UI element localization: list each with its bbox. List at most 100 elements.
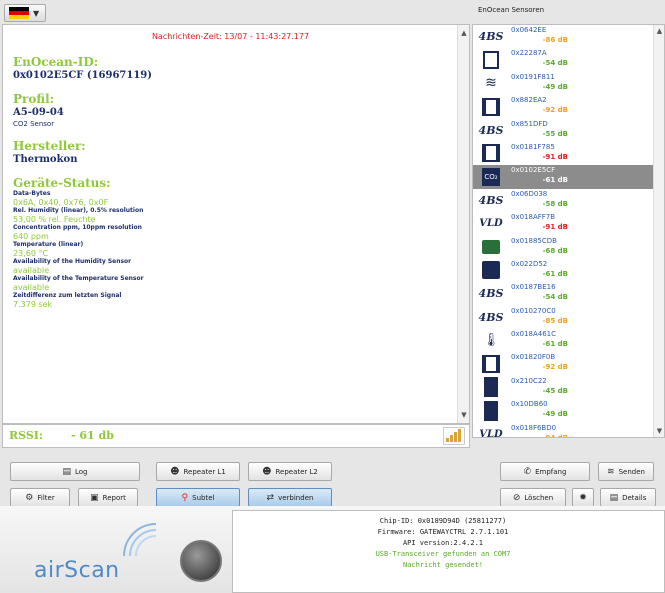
sensor-row[interactable]: 🌡 0x018A461C -61 dB — [473, 329, 664, 352]
enocean-id-value: 0x0102E5CF (16967119) — [13, 70, 152, 81]
sensor-row[interactable]: 4BS 0x06D038 -58 dB — [473, 189, 664, 212]
verbinden-label: verbinden — [278, 493, 314, 502]
sensor-id: 0x018F6BD0 — [511, 423, 557, 432]
double-window-icon — [481, 143, 501, 164]
scroll-up-icon[interactable]: ▲ — [458, 27, 470, 39]
loeschen-button[interactable]: ⊘ Löschen — [500, 488, 566, 507]
filter-button[interactable]: ⚙ Filter — [10, 488, 70, 507]
sensor-row[interactable]: 0x210C22 -45 dB — [473, 376, 664, 399]
rssi-bar: RSSI: - 61 db — [2, 424, 470, 448]
sensor-db: -58 dB — [542, 199, 568, 208]
sensor-row[interactable]: 0x882EA2 -92 dB — [473, 95, 664, 118]
german-flag-icon — [9, 7, 29, 19]
sensor-list-scrollbar[interactable]: ▲ ▼ — [653, 25, 664, 437]
signal-strength-icon — [443, 427, 465, 445]
vld-icon: VLD — [479, 428, 503, 438]
sensor-row[interactable]: 4BS 0x0642EE -86 dB — [473, 25, 664, 48]
field-label: Availability of the Humidity Sensor — [13, 258, 132, 265]
repeater-l2-button[interactable]: ☻ Repeater L2 — [248, 462, 332, 481]
empfang-button[interactable]: ✆ Empfang — [500, 462, 590, 481]
report-icon: ▣ — [90, 492, 99, 503]
report-label: Report — [102, 493, 126, 502]
enocean-id-title: EnOcean-ID: — [13, 55, 99, 69]
4bs-icon: 4BS — [478, 193, 504, 207]
user-icon: ☻ — [170, 466, 180, 477]
field-label: Temperature (linear) — [13, 241, 84, 248]
details-button[interactable]: ▤ Details — [600, 488, 656, 507]
sensor-db: -94 dB — [542, 433, 568, 438]
search-icon: ⚲ — [181, 492, 189, 503]
detail-scrollbar[interactable]: ▲ ▼ — [457, 25, 469, 423]
usb-status: USB-Transceiver gefunden an COM7 — [375, 550, 511, 558]
4bs-icon: 4BS — [478, 123, 504, 137]
door-icon — [481, 377, 501, 398]
4bs-icon: 4BS — [478, 287, 504, 301]
double-window-icon — [481, 353, 501, 374]
scroll-down-icon[interactable]: ▼ — [654, 427, 664, 435]
window-icon — [481, 49, 501, 70]
language-selector[interactable]: ▼ — [4, 4, 46, 22]
sensor-db: -91 dB — [542, 152, 568, 161]
sensor-id: 0x022D52 — [511, 259, 548, 268]
sensor-row[interactable]: CO₂ 0x0102E5CF -61 dB — [473, 165, 664, 189]
sensor-id: 0x0642EE — [511, 26, 547, 34]
scroll-down-icon[interactable]: ▼ — [458, 409, 470, 421]
phone-icon: ✆ — [523, 466, 532, 477]
sensor-id: 0x010270C0 — [511, 306, 556, 315]
field-value: available — [13, 283, 50, 292]
senden-button[interactable]: ≋ Senden — [598, 462, 654, 481]
sensor-id: 0x851DFD — [511, 119, 548, 128]
sensor-row[interactable]: 0x10DB60 -49 dB — [473, 399, 664, 422]
sensor-row[interactable]: 0x01820F0B -92 dB — [473, 352, 664, 375]
sensor-db: -54 dB — [542, 293, 568, 302]
sensor-row[interactable]: 0x0181F785 -91 dB — [473, 142, 664, 165]
field-value: 23,60 °C — [13, 249, 49, 258]
sensor-row[interactable]: 4BS 0x010270C0 -85 dB — [473, 306, 664, 329]
verbinden-button[interactable]: ⇄ verbinden — [248, 488, 332, 507]
sensor-list-title: EnOcean Sensoren — [478, 6, 545, 14]
profil-title: Profil: — [13, 92, 55, 106]
settings-icon: ✹ — [579, 492, 587, 503]
field-label: Concentration ppm, 10ppm resolution — [13, 224, 142, 231]
sensor-row[interactable]: 4BS 0x0187BE16 -54 dB — [473, 282, 664, 305]
repeater-l1-button[interactable]: ☻ Repeater L1 — [156, 462, 240, 481]
sensor-list: 4BS 0x0642EE -86 dB 0x22287A -54 dB ≋ 0x0191F8… — [472, 24, 665, 438]
subtel-button[interactable]: ⚲ Subtel — [156, 488, 240, 507]
scroll-up-icon[interactable]: ▲ — [654, 27, 664, 35]
status-box: Chip-ID: 0x0189D94D (25811277) Firmware:… — [232, 510, 665, 593]
sensor-row[interactable]: 4BS 0x851DFD -55 dB — [473, 119, 664, 142]
sensor-db: -91 dB — [542, 223, 568, 232]
wifi-icon: ≋ — [485, 75, 497, 92]
wifi-icon: ≋ — [607, 466, 615, 477]
report-button[interactable]: ▣ Report — [78, 488, 138, 507]
loeschen-label: Löschen — [524, 493, 554, 502]
sensor-db: -54 dB — [542, 59, 568, 68]
detail-info: EnOcean-ID: 0x0102E5CF (16967119) Profil… — [13, 55, 453, 309]
repeater-l1-label: Repeater L1 — [183, 467, 226, 476]
profil-value: A5-09-04 — [13, 107, 64, 118]
field-label: Zeitdifferenz zum letzten Signal — [13, 292, 122, 299]
sensor-row[interactable]: VLD 0x018AFF7B -91 dB — [473, 212, 664, 235]
sensor-row[interactable]: VLD 0x018F6BD0 -94 dB — [473, 423, 664, 438]
airscan-logo: airScan — [34, 558, 120, 583]
sensor-row[interactable]: 0x01885CDB -68 dB — [473, 236, 664, 259]
field-value: 53,00 % rel. Feuchte — [13, 215, 96, 224]
log-icon: ▤ — [62, 466, 71, 477]
sensor-db: -55 dB — [542, 129, 568, 138]
rssi-value: - 61 db — [71, 429, 114, 442]
sensor-id: 0x0191F811 — [511, 72, 555, 81]
sensor-row[interactable]: 0x022D52 -61 dB — [473, 259, 664, 282]
sensor-row[interactable]: 0x22287A -54 dB — [473, 48, 664, 71]
sensor-id: 0x06D038 — [511, 189, 548, 198]
settings-button[interactable]: ✹ — [572, 488, 594, 507]
power-button[interactable] — [180, 540, 222, 582]
field-label: Rel. Humidity (linear), 0.5% resolution — [13, 207, 144, 214]
firmware: Firmware: GATEWAYCTRL 2.7.1.101 — [377, 528, 509, 536]
field-value: 7.379 sek — [13, 300, 53, 309]
hersteller-title: Hersteller: — [13, 139, 86, 153]
log-button[interactable]: ▤ Log — [10, 462, 140, 481]
sensor-id: 0x210C22 — [511, 376, 547, 385]
filter-label: Filter — [37, 493, 55, 502]
sensor-row[interactable]: ≋ 0x0191F811 -49 dB — [473, 72, 664, 95]
sensor-id: 0x0102E5CF — [511, 166, 556, 175]
